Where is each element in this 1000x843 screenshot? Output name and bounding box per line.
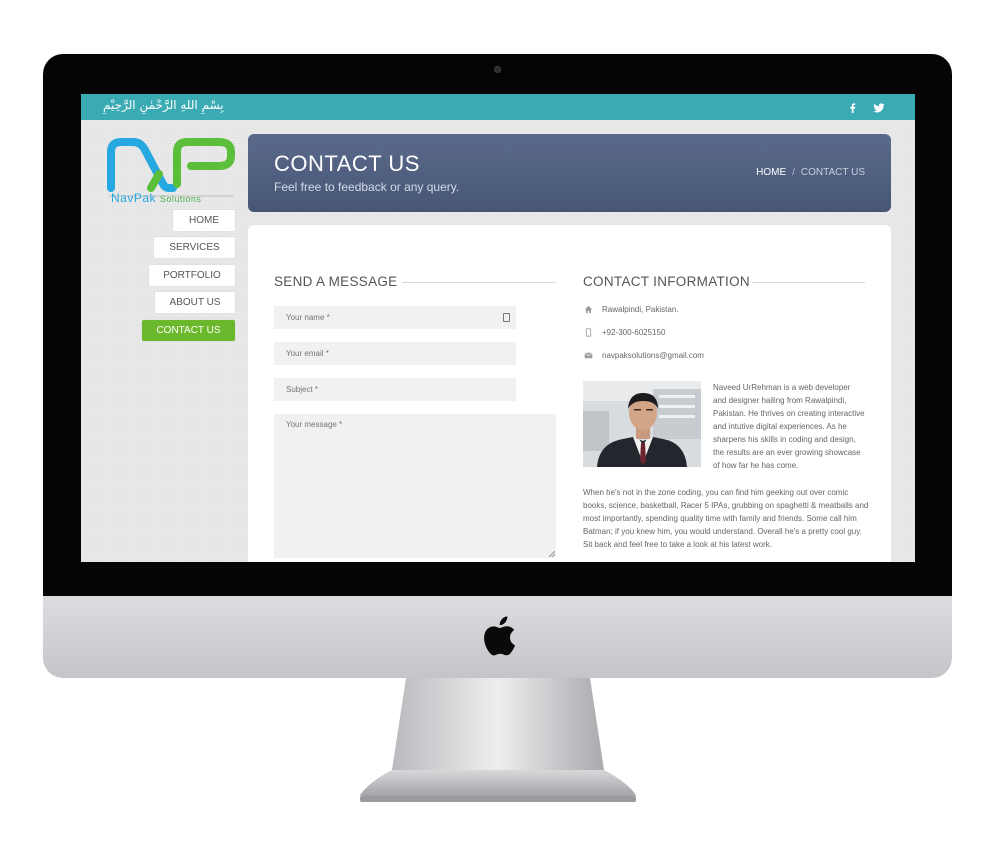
logo-name: NavPak <box>111 191 157 205</box>
home-icon <box>584 305 593 314</box>
address-text: Rawalpindi, Pakistan. <box>602 305 679 314</box>
email-field[interactable] <box>274 342 516 365</box>
contact-card-icon <box>503 313 510 322</box>
section-divider <box>402 282 556 283</box>
social-links <box>847 101 885 113</box>
email-text[interactable]: navpaksolutions@gmail.com <box>602 351 704 360</box>
nav-portfolio[interactable]: PORTFOLIO <box>149 265 235 286</box>
page-subtitle: Feel free to feedback or any query. <box>274 180 460 194</box>
mobile-phone-icon <box>585 328 592 337</box>
envelope-icon <box>584 352 593 359</box>
nav-contact-us[interactable]: CONTACT US <box>142 320 235 341</box>
nav-about-us[interactable]: ABOUT US <box>155 292 235 313</box>
top-bar: بِسْمِ اللهِ الرَّحْمٰنِ الرَّحِيْمِ <box>81 94 915 120</box>
camera-icon <box>494 66 501 73</box>
name-field[interactable] <box>274 306 516 329</box>
email-row: navpaksolutions@gmail.com <box>584 351 704 360</box>
message-field[interactable] <box>274 414 556 558</box>
profile-photo <box>583 381 701 467</box>
page-title: CONTACT US <box>274 151 420 176</box>
breadcrumb-current: CONTACT US <box>800 167 865 178</box>
facebook-icon[interactable] <box>847 101 859 113</box>
logo-wordmark: NavPak Solutions <box>111 191 201 205</box>
logo-solutions: Solutions <box>159 194 202 204</box>
content-card: SEND A MESSAGE CONTACT INFORMATION Rawal… <box>248 225 891 562</box>
address-row: Rawalpindi, Pakistan. <box>584 305 678 314</box>
breadcrumb-home[interactable]: HOME <box>756 167 786 178</box>
phone-text: +92-300-6025150 <box>602 328 666 337</box>
section-divider <box>752 282 865 283</box>
nav-services[interactable]: SERVICES <box>154 237 235 258</box>
subject-field[interactable] <box>274 378 516 401</box>
breadcrumb: HOME / CONTACT US <box>756 167 865 178</box>
twitter-icon[interactable] <box>873 101 885 113</box>
monitor-stand <box>360 678 636 802</box>
contact-information-heading: CONTACT INFORMATION <box>583 274 750 289</box>
bio-short: Naveed UrRehman is a web developer and d… <box>713 383 865 470</box>
send-message-heading: SEND A MESSAGE <box>274 274 398 289</box>
phone-row: +92-300-6025150 <box>584 328 665 337</box>
apple-logo-icon <box>484 616 515 656</box>
breadcrumb-separator: / <box>792 167 795 178</box>
website-screen: بِسْمِ اللهِ الرَّحْمٰنِ الرَّحِيْمِ Nav… <box>81 94 915 562</box>
bismillah-text: بِسْمِ اللهِ الرَّحْمٰنِ الرَّحِيْمِ <box>103 98 224 112</box>
resize-handle-icon[interactable] <box>549 551 555 557</box>
page-header: CONTACT US Feel free to feedback or any … <box>248 134 891 212</box>
bio-long: When he's not in the zone coding, you ca… <box>583 488 869 549</box>
nav-home[interactable]: HOME <box>173 210 235 231</box>
